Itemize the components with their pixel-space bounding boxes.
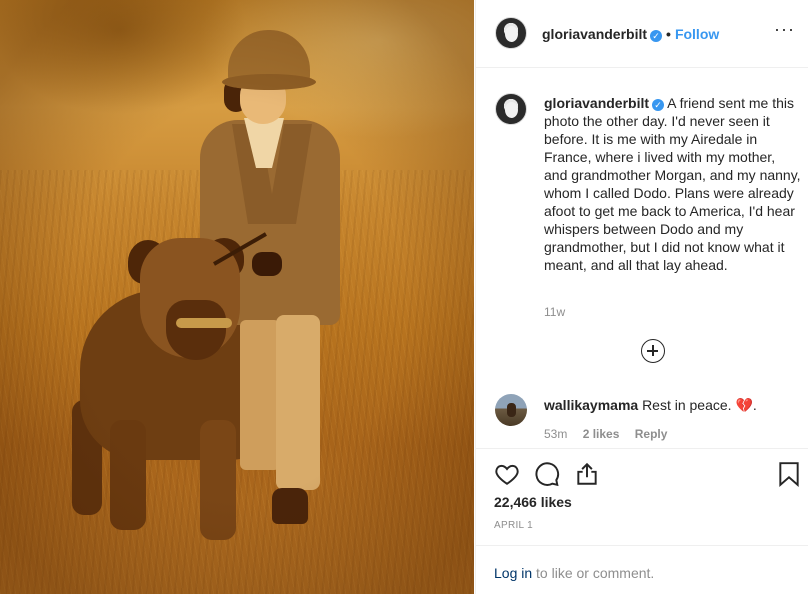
separator-dot: •: [666, 26, 671, 42]
login-prompt-bar: Log in to like or comment.: [476, 545, 808, 594]
caption-author-avatar[interactable]: [495, 93, 527, 125]
comment-likes[interactable]: 2 likes: [583, 427, 620, 441]
more-options-icon[interactable]: ···: [774, 20, 795, 38]
caption-username[interactable]: gloriavanderbilt: [544, 95, 649, 111]
comment-meta: 53m 2 likes Reply: [544, 427, 679, 441]
login-link[interactable]: Log in: [494, 565, 532, 581]
comment-timestamp[interactable]: 53m: [544, 427, 567, 441]
comment-bubble-icon[interactable]: [534, 461, 560, 487]
caption-text: A friend sent me this photo the other da…: [544, 95, 801, 273]
post-actions-bar: [476, 448, 808, 496]
post-header: gloriavanderbilt ✓ • Follow ···: [476, 0, 808, 68]
login-prompt-text: to like or comment.: [532, 565, 655, 581]
share-icon[interactable]: [574, 461, 600, 487]
verified-badge-icon: ✓: [650, 30, 663, 42]
caption-timestamp[interactable]: 11w: [544, 305, 565, 319]
verified-badge-icon: ✓: [652, 99, 665, 111]
plus-circle-icon[interactable]: [641, 339, 665, 363]
reply-button[interactable]: Reply: [635, 427, 668, 441]
follow-button[interactable]: Follow: [675, 26, 719, 42]
heart-icon[interactable]: [494, 461, 520, 487]
comment-item: wallikaymama Rest in peace. 💔.: [544, 396, 802, 414]
author-username[interactable]: gloriavanderbilt: [542, 26, 647, 42]
likes-count[interactable]: 22,466 likes: [494, 494, 572, 510]
author-avatar[interactable]: [495, 17, 527, 49]
post-date[interactable]: APRIL 1: [494, 520, 533, 531]
commenter-username[interactable]: wallikaymama: [544, 397, 638, 413]
post-photo[interactable]: [0, 0, 474, 594]
post-caption: gloriavanderbilt ✓ A friend sent me this …: [544, 94, 802, 274]
post-side-panel: gloriavanderbilt ✓ • Follow ··· gloriavande…: [475, 0, 808, 594]
bookmark-icon[interactable]: [776, 461, 802, 487]
comment-text: Rest in peace. 💔.: [642, 397, 757, 413]
commenter-avatar[interactable]: [495, 394, 527, 426]
